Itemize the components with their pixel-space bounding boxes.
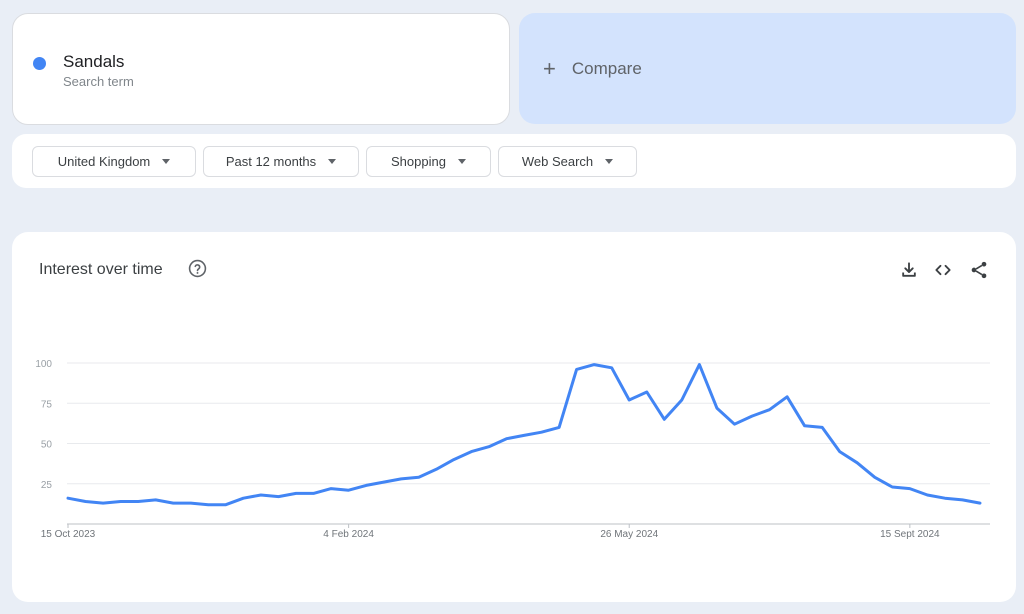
filter-time-range-dropdown[interactable]: Past 12 months xyxy=(203,146,359,177)
filter-search-type-dropdown[interactable]: Web Search xyxy=(498,146,637,177)
plus-icon: + xyxy=(543,55,556,81)
filter-search-type-label: Web Search xyxy=(521,154,594,169)
filter-time-range-label: Past 12 months xyxy=(225,154,317,169)
interest-over-time-card: 25 50 75 100 15 Oct 2023 4 Feb 2024 26 May 202… xyxy=(12,232,1016,602)
dropdown-caret-icon xyxy=(162,159,171,164)
y-tick-label: 25 xyxy=(41,480,53,491)
x-tick-label: 15 Oct 2023 xyxy=(41,529,96,540)
dropdown-caret-icon xyxy=(328,159,337,164)
series-color-dot xyxy=(33,57,46,70)
filter-category-dropdown[interactable]: Shopping xyxy=(366,146,491,177)
x-tick-label: 4 Feb 2024 xyxy=(323,529,374,540)
filter-category-label: Shopping xyxy=(391,154,446,169)
y-tick-label: 75 xyxy=(41,399,53,410)
share-icon[interactable] xyxy=(969,260,989,280)
help-icon[interactable] xyxy=(188,259,207,278)
filter-bar: United Kingdom Past 12 months Shopping W… xyxy=(12,134,1016,188)
x-tick-label: 15 Sept 2024 xyxy=(880,529,940,540)
y-tick-label: 100 xyxy=(35,359,52,370)
chart-title: Interest over time xyxy=(39,261,163,278)
compare-button[interactable]: + Compare xyxy=(519,13,1016,124)
filter-region-label: United Kingdom xyxy=(57,154,151,169)
search-term-card[interactable]: Sandals Search term xyxy=(12,13,510,125)
filter-region-dropdown[interactable]: United Kingdom xyxy=(32,146,196,177)
y-tick-label: 50 xyxy=(41,440,53,451)
download-icon[interactable] xyxy=(899,260,919,280)
dropdown-caret-icon xyxy=(457,159,466,164)
x-tick-label: 26 May 2024 xyxy=(600,529,658,540)
compare-label: Compare xyxy=(571,58,642,78)
search-term-subtitle: Search term xyxy=(63,74,134,89)
dropdown-caret-icon xyxy=(605,159,614,164)
embed-icon[interactable] xyxy=(933,260,953,280)
interest-over-time-chart: 25 50 75 100 15 Oct 2023 4 Feb 2024 26 May 202… xyxy=(35,359,990,540)
search-term-name[interactable]: Sandals xyxy=(63,52,124,72)
